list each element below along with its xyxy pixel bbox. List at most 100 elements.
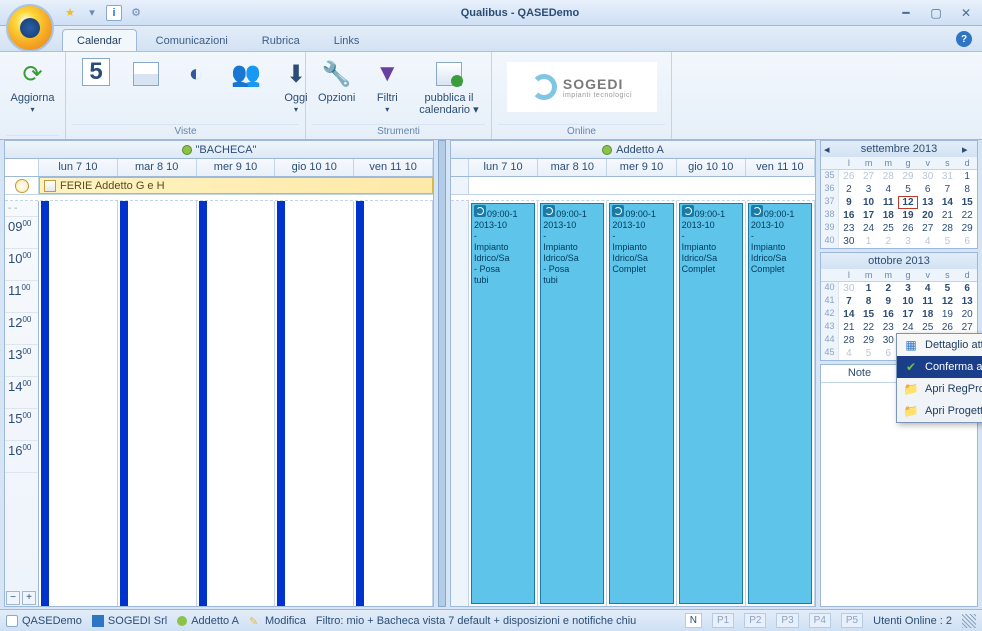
calendar-day[interactable]: 5 xyxy=(938,282,958,295)
day-header[interactable]: lun 7 10 xyxy=(469,159,538,176)
dropdown-icon[interactable]: ▾ xyxy=(84,5,100,21)
tab-calendar[interactable]: Calendar xyxy=(62,29,137,51)
calendar-day[interactable]: 9 xyxy=(839,196,859,209)
next-month-icon[interactable]: ▸ xyxy=(962,143,974,156)
settings-icon[interactable]: ⚙ xyxy=(128,5,144,21)
close-button[interactable]: ✕ xyxy=(956,6,976,20)
calendar-day[interactable]: 5 xyxy=(938,235,958,248)
day-header[interactable]: mer 9 10 xyxy=(607,159,676,176)
minimize-button[interactable]: ━ xyxy=(896,6,916,20)
calendar-day[interactable]: 27 xyxy=(859,170,879,183)
info-icon[interactable]: i xyxy=(106,5,122,21)
calendar-day[interactable]: 16 xyxy=(878,308,898,321)
calendar-day[interactable]: 11 xyxy=(918,295,938,308)
calendar-day[interactable]: 11 xyxy=(878,196,898,209)
day-header[interactable]: gio 10 10 xyxy=(275,159,354,176)
calendar-day[interactable]: 30 xyxy=(918,170,938,183)
calendar-day[interactable]: 21 xyxy=(938,209,958,222)
calendar-day[interactable]: 16 xyxy=(839,209,859,222)
appointment[interactable]: 09:00-12013-10-ImpiantoIdrico/SaComplet xyxy=(609,203,673,604)
calendar-day[interactable]: 10 xyxy=(859,196,879,209)
options-button[interactable]: 🔧Opzioni xyxy=(312,56,361,124)
calendar-day[interactable]: 9 xyxy=(878,295,898,308)
day-header[interactable]: mar 8 10 xyxy=(118,159,197,176)
calendar-day[interactable]: 17 xyxy=(898,308,918,321)
calendar-day[interactable]: 27 xyxy=(918,222,938,235)
calendar-day[interactable]: 31 xyxy=(938,170,958,183)
help-icon[interactable]: ? xyxy=(956,31,972,47)
calendar-day[interactable]: 3 xyxy=(859,183,879,196)
calendar-day[interactable]: 13 xyxy=(918,196,938,209)
ctx-regprogetti[interactable]: 📁Apri RegProgetti xyxy=(897,378,982,400)
brand-logo[interactable]: SOGEDIimpianti tecnologici xyxy=(507,62,657,112)
day-header[interactable]: mer 9 10 xyxy=(197,159,276,176)
view-users-button[interactable]: 👥 xyxy=(222,56,270,124)
day-column[interactable]: 09:00-12013-10-ImpiantoIdrico/Sa- Posatu… xyxy=(538,201,607,606)
day-header[interactable]: mar 8 10 xyxy=(538,159,607,176)
filters-button[interactable]: ▼Filtri▾ xyxy=(363,56,411,124)
calendar-day[interactable]: 22 xyxy=(859,321,879,334)
zoom-in-button[interactable]: + xyxy=(22,591,36,605)
calendar-day[interactable]: 4 xyxy=(918,282,938,295)
calendar-day[interactable]: 2 xyxy=(878,282,898,295)
calendar-day[interactable]: 3 xyxy=(898,235,918,248)
day-column[interactable]: 09:00-12013-10-ImpiantoIdrico/Sa- Posatu… xyxy=(469,201,538,606)
day-header[interactable]: lun 7 10 xyxy=(39,159,118,176)
calendar-day[interactable]: 5 xyxy=(859,347,879,360)
calendar-day[interactable]: 28 xyxy=(839,334,859,347)
publish-calendar-button[interactable]: pubblica ilcalendario ▾ xyxy=(413,56,484,124)
calendar-day[interactable]: 20 xyxy=(957,308,977,321)
appointment[interactable]: 09:00-12013-10-ImpiantoIdrico/Sa- Posatu… xyxy=(540,203,604,604)
day-column[interactable]: 09:00-12013-10-ImpiantoIdrico/SaComplet xyxy=(746,201,815,606)
tab-rubrica[interactable]: Rubrica xyxy=(247,29,315,51)
calendar-day[interactable]: 7 xyxy=(938,183,958,196)
calendar-day[interactable]: 28 xyxy=(878,170,898,183)
view-month-button[interactable]: ◐ xyxy=(172,56,220,124)
calendar-day[interactable]: 6 xyxy=(957,235,977,248)
calendar-day[interactable]: 18 xyxy=(878,209,898,222)
status-p4-button[interactable]: P4 xyxy=(809,613,831,628)
calendar-day[interactable]: 29 xyxy=(859,334,879,347)
calendar-day[interactable]: 29 xyxy=(898,170,918,183)
calendar-day[interactable]: 20 xyxy=(918,209,938,222)
calendar-day[interactable]: 28 xyxy=(938,222,958,235)
minicalendar-sept[interactable]: ◂settembre 2013▸ lmmgvsd 352627282930311… xyxy=(820,140,978,249)
calendar-day[interactable]: 19 xyxy=(898,209,918,222)
calendar-day[interactable]: 15 xyxy=(859,308,879,321)
calendar-day[interactable]: 25 xyxy=(878,222,898,235)
calendar-day[interactable]: 1 xyxy=(859,282,879,295)
refresh-button[interactable]: ⟳ Aggiorna ▾ xyxy=(6,56,59,135)
status-p1-button[interactable]: P1 xyxy=(712,613,734,628)
calendar-day[interactable]: 3 xyxy=(898,282,918,295)
calendar-day[interactable]: 4 xyxy=(839,347,859,360)
status-p5-button[interactable]: P5 xyxy=(841,613,863,628)
calendar-day[interactable]: 6 xyxy=(957,282,977,295)
calendar-day[interactable]: 1 xyxy=(957,170,977,183)
day-header[interactable]: ven 11 10 xyxy=(746,159,815,176)
day-column[interactable] xyxy=(197,201,276,606)
favorite-icon[interactable]: ★ xyxy=(62,5,78,21)
tab-links[interactable]: Links xyxy=(319,29,375,51)
calendar-day[interactable]: 26 xyxy=(839,170,859,183)
calendar-day[interactable]: 18 xyxy=(918,308,938,321)
appointment[interactable]: 09:00-12013-10-ImpiantoIdrico/Sa- Posatu… xyxy=(471,203,535,604)
calendar-day[interactable]: 14 xyxy=(839,308,859,321)
resize-grip[interactable] xyxy=(962,614,976,628)
day-header[interactable]: ven 11 10 xyxy=(354,159,433,176)
calendar-day[interactable]: 22 xyxy=(957,209,977,222)
calendar-day[interactable]: 19 xyxy=(938,308,958,321)
status-p2-button[interactable]: P2 xyxy=(744,613,766,628)
calendar-day[interactable]: 4 xyxy=(918,235,938,248)
day-header[interactable]: gio 10 10 xyxy=(677,159,746,176)
calendar-day[interactable]: 29 xyxy=(957,222,977,235)
status-p3-button[interactable]: P3 xyxy=(776,613,798,628)
tab-comunicazioni[interactable]: Comunicazioni xyxy=(141,29,243,51)
calendar-day[interactable]: 1 xyxy=(859,235,879,248)
zoom-out-button[interactable]: − xyxy=(6,591,20,605)
calendar-day[interactable]: 10 xyxy=(898,295,918,308)
calendar-day[interactable]: 2 xyxy=(878,235,898,248)
calendar-day[interactable]: 5 xyxy=(898,183,918,196)
calendar-day[interactable]: 12 xyxy=(938,295,958,308)
calendar-day[interactable]: 24 xyxy=(859,222,879,235)
day-column[interactable] xyxy=(354,201,433,606)
